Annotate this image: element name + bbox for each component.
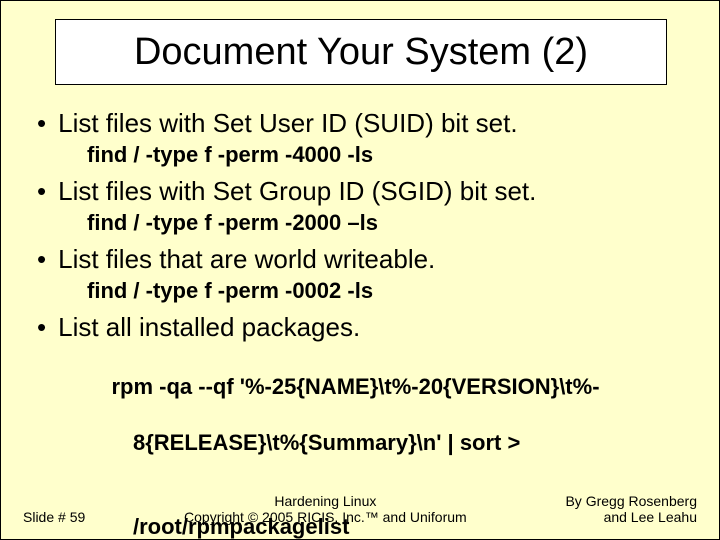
footer-title: Hardening Linux — [85, 493, 565, 509]
bullet-item: • List files with Set User ID (SUID) bit… — [31, 107, 689, 139]
bullet-item: • List files with Set Group ID (SGID) bi… — [31, 175, 689, 207]
title-box: Document Your System (2) — [55, 19, 667, 85]
command-text: find / -type f -perm -4000 -ls — [87, 141, 689, 169]
bullet-text: List files with Set User ID (SUID) bit s… — [58, 107, 517, 139]
bullet-text: List files that are world writeable. — [58, 243, 435, 275]
bullet-dot-icon: • — [37, 311, 46, 343]
author-line: By Gregg Rosenberg — [565, 493, 697, 509]
slide-number: Slide # 59 — [23, 509, 85, 525]
page-title: Document Your System (2) — [134, 31, 588, 74]
footer-author: By Gregg Rosenberg and Lee Leahu — [565, 493, 697, 525]
bullet-dot-icon: • — [37, 175, 46, 207]
bullet-item: • List all installed packages. — [31, 311, 689, 343]
content-area: • List files with Set User ID (SUID) bit… — [31, 101, 689, 540]
command-line: rpm -qa --qf '%-25{NAME}\t%-20{VERSION}\… — [111, 374, 599, 399]
command-line: 8{RELEASE}\t%{Summary}\n' | sort > — [87, 429, 689, 457]
footer: Slide # 59 Hardening Linux Copyright © 2… — [23, 493, 697, 525]
footer-center: Hardening Linux Copyright © 2005 RICIS, … — [85, 493, 565, 525]
footer-copyright: Copyright © 2005 RICIS, Inc.™ and Unifor… — [85, 509, 565, 525]
bullet-dot-icon: • — [37, 243, 46, 275]
author-line: and Lee Leahu — [565, 509, 697, 525]
bullet-text: List all installed packages. — [58, 311, 360, 343]
bullet-dot-icon: • — [37, 107, 46, 139]
command-text: find / -type f -perm -0002 -ls — [87, 277, 689, 305]
bullet-text: List files with Set Group ID (SGID) bit … — [58, 175, 536, 207]
command-text: find / -type f -perm -2000 –ls — [87, 209, 689, 237]
bullet-item: • List files that are world writeable. — [31, 243, 689, 275]
